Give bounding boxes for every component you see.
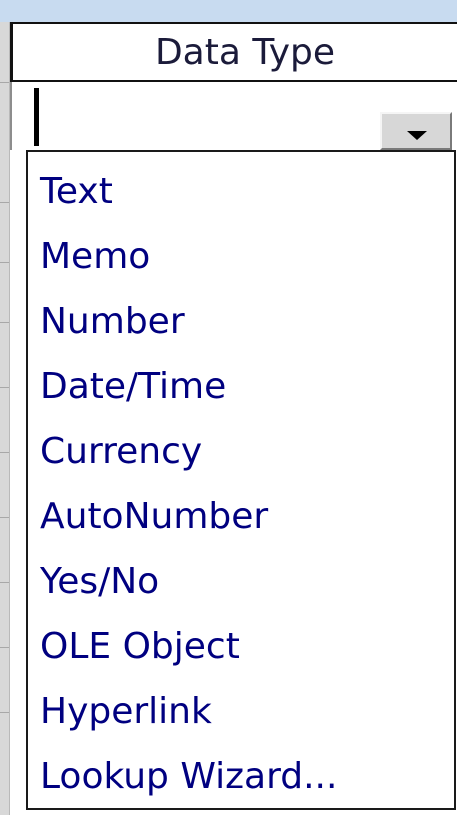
grid-line [0,647,9,648]
grid-line [0,202,9,203]
grid-line [0,387,9,388]
data-type-dropdown-button[interactable] [380,112,452,150]
option-memo[interactable]: Memo [40,229,450,285]
grid-line [0,262,9,263]
column-header-label: Data Type [154,31,336,73]
grid-line [0,322,9,323]
grid-line [0,582,9,583]
option-number[interactable]: Number [40,294,450,350]
grid-left-edge [0,22,10,815]
option-text[interactable]: Text [40,164,450,220]
chevron-down-icon [407,131,427,140]
option-hyperlink[interactable]: Hyperlink [40,684,450,740]
grid-line [0,517,9,518]
data-type-column-header[interactable]: Data Type [10,22,457,82]
option-yes-no[interactable]: Yes/No [40,554,450,610]
grid-line [0,452,9,453]
option-autonumber[interactable]: AutoNumber [40,489,450,545]
grid-line [0,82,9,83]
grid-line [0,712,9,713]
text-cursor [34,88,39,146]
data-type-option-list: Text Memo Number Date/Time Currency Auto… [26,150,456,810]
option-currency[interactable]: Currency [40,424,450,480]
option-date-time[interactable]: Date/Time [40,359,450,415]
option-ole-object[interactable]: OLE Object [40,619,450,675]
window-top-strip [0,0,457,22]
option-lookup-wizard[interactable]: Lookup Wizard... [40,749,450,805]
